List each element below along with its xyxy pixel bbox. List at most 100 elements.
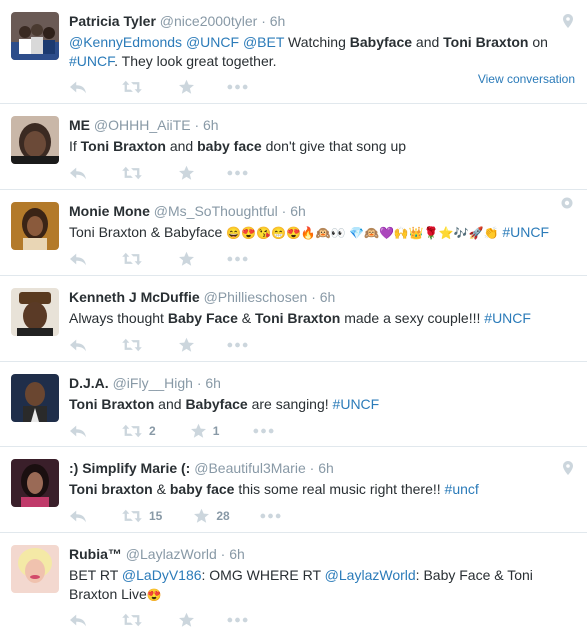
retweet-icon[interactable]: 2 [121, 423, 156, 439]
text-segment: don't give that song up [261, 138, 407, 154]
retweet-icon[interactable] [121, 251, 143, 267]
hashtag-link[interactable]: #UNCF [502, 224, 549, 240]
tweet-header: Patricia Tyler @nice2000tyler · 6h [69, 12, 575, 30]
reply-icon[interactable] [69, 337, 87, 353]
user-handle[interactable]: @Philliesch​osen [204, 289, 308, 305]
tweet[interactable]: :) Simplify Marie (: @Beautiful3Marie · … [0, 447, 587, 533]
tweet[interactable]: Rubia™ @LaylazWorld · 6h BET RT @LaDyV18… [0, 533, 587, 643]
mention-link[interactable]: @UNCF [186, 34, 239, 50]
favorite-icon[interactable] [178, 337, 195, 353]
media-icon[interactable] [561, 196, 573, 209]
hashtag-link[interactable]: #UNCF [484, 310, 531, 326]
timestamp[interactable]: 6h [318, 460, 334, 476]
mention-link[interactable]: @LaylazWorld [325, 567, 416, 583]
avatar[interactable] [11, 545, 59, 593]
user-fullname[interactable]: Kenneth J McDuffie [69, 289, 200, 305]
user-fullname[interactable]: Rubia™ [69, 546, 122, 562]
tweet[interactable]: ME @OHHH_AiiTE · 6h If Toni Braxton and … [0, 104, 587, 190]
tweet-header: D.J.A. @iFly__High · 6h [69, 374, 575, 392]
timestamp[interactable]: 6h [290, 203, 306, 219]
tweet-text: BET RT @LaDyV186: OMG WHERE RT @LaylazWo… [69, 566, 575, 605]
mention-link[interactable]: @LaDyV186 [122, 567, 202, 583]
favorite-count: 1 [212, 424, 220, 438]
tweet-actions [69, 78, 248, 96]
user-handle[interactable]: @Beautiful3Marie [194, 460, 306, 476]
text-segment: . They look great together. [114, 53, 277, 69]
user-handle[interactable]: @nice2000tyler [160, 13, 258, 29]
mention-link[interactable]: @BET [243, 34, 284, 50]
avatar[interactable] [11, 288, 59, 336]
user-handle[interactable]: @Ms_SoThoughtful [154, 203, 278, 219]
avatar[interactable] [11, 12, 59, 60]
reply-icon[interactable] [69, 423, 87, 439]
tweet-actions [69, 250, 248, 268]
tweet[interactable]: Patricia Tyler @nice2000tyler · 6h @Kenn… [0, 0, 587, 104]
timestamp[interactable]: 6h [205, 375, 221, 391]
reply-icon[interactable] [69, 251, 87, 267]
user-fullname[interactable]: ME [69, 117, 90, 133]
text-bold: Toni Braxton [69, 396, 155, 412]
text-segment: Toni Braxton & Babyface [69, 224, 227, 240]
reply-icon[interactable] [69, 612, 87, 628]
hashtag-link[interactable]: #UNCF [333, 396, 380, 412]
user-handle[interactable]: @iFly__High [113, 375, 193, 391]
retweet-icon[interactable] [121, 165, 143, 181]
favorite-icon[interactable] [178, 79, 195, 95]
geo-pin-icon[interactable] [563, 461, 573, 475]
tweet-text: @KennyEdmonds @UNCF @BET Watching Babyfa… [69, 33, 575, 71]
tweet-text: Always thought Baby Face & Toni Braxton … [69, 309, 575, 328]
more-icon[interactable] [253, 428, 274, 434]
retweet-count: 2 [149, 424, 156, 438]
user-handle[interactable]: @OHHH_AiiTE [94, 117, 191, 133]
text-segment: Always thought [69, 310, 168, 326]
reply-icon[interactable] [69, 165, 87, 181]
user-fullname[interactable]: :) Simplify Marie (: [69, 460, 190, 476]
user-fullname[interactable]: Patricia Tyler [69, 13, 156, 29]
text-segment: and [165, 138, 198, 154]
reply-icon[interactable] [69, 79, 87, 95]
text-bold: Baby Face [167, 310, 238, 326]
more-icon[interactable] [227, 256, 248, 262]
more-icon[interactable] [227, 170, 248, 176]
geo-pin-icon[interactable] [563, 14, 573, 28]
timestamp[interactable]: 6h [320, 289, 336, 305]
tweet[interactable]: Kenneth J McDuffie @Philliesch​osen · 6h… [0, 276, 587, 362]
favorite-icon[interactable] [178, 612, 195, 628]
tweet-stream: Patricia Tyler @nice2000tyler · 6h @Kenn… [0, 0, 587, 643]
avatar[interactable] [11, 202, 59, 250]
tweet-actions: 15 28 [69, 507, 281, 525]
favorite-icon[interactable]: 28 [193, 508, 230, 524]
tweet[interactable]: D.J.A. @iFly__High · 6h Toni Braxton and… [0, 362, 587, 447]
retweet-icon[interactable] [121, 337, 143, 353]
tweet[interactable]: Monie Mone @Ms_SoThoughtful · 6h Toni Br… [0, 190, 587, 276]
tweet-header: ME @OHHH_AiiTE · 6h [69, 116, 575, 134]
retweet-icon[interactable] [121, 79, 143, 95]
more-icon[interactable] [227, 342, 248, 348]
timestamp[interactable]: 6h [203, 117, 219, 133]
favorite-icon[interactable] [178, 251, 195, 267]
tweet-header: Rubia™ @LaylazWorld · 6h [69, 545, 575, 563]
favorite-icon[interactable] [178, 165, 195, 181]
text-segment: : Baby Face & Toni [415, 567, 533, 583]
hashtag-link[interactable]: #UNCF [69, 53, 114, 69]
reply-icon[interactable] [69, 508, 87, 524]
timestamp[interactable]: 6h [270, 13, 286, 29]
retweet-icon[interactable] [121, 612, 143, 628]
user-handle[interactable]: @LaylazWorld [126, 546, 217, 562]
more-icon[interactable] [227, 84, 248, 90]
avatar[interactable] [11, 116, 59, 164]
user-fullname[interactable]: D.J.A. [69, 375, 109, 391]
text-segment: Braxton Live [69, 586, 147, 602]
avatar[interactable] [11, 459, 59, 507]
text-segment: and [412, 34, 444, 50]
timestamp[interactable]: 6h [229, 546, 245, 562]
more-icon[interactable] [227, 617, 248, 623]
mention-link[interactable]: @KennyEdmonds [69, 34, 182, 50]
hashtag-link[interactable]: #uncf [445, 481, 479, 497]
more-icon[interactable] [260, 513, 281, 519]
favorite-icon[interactable]: 1 [190, 423, 220, 439]
view-conversation-link[interactable]: View conversation [478, 72, 575, 86]
retweet-icon[interactable]: 15 [121, 508, 162, 524]
user-fullname[interactable]: Monie Mone [69, 203, 150, 219]
avatar[interactable] [11, 374, 59, 422]
